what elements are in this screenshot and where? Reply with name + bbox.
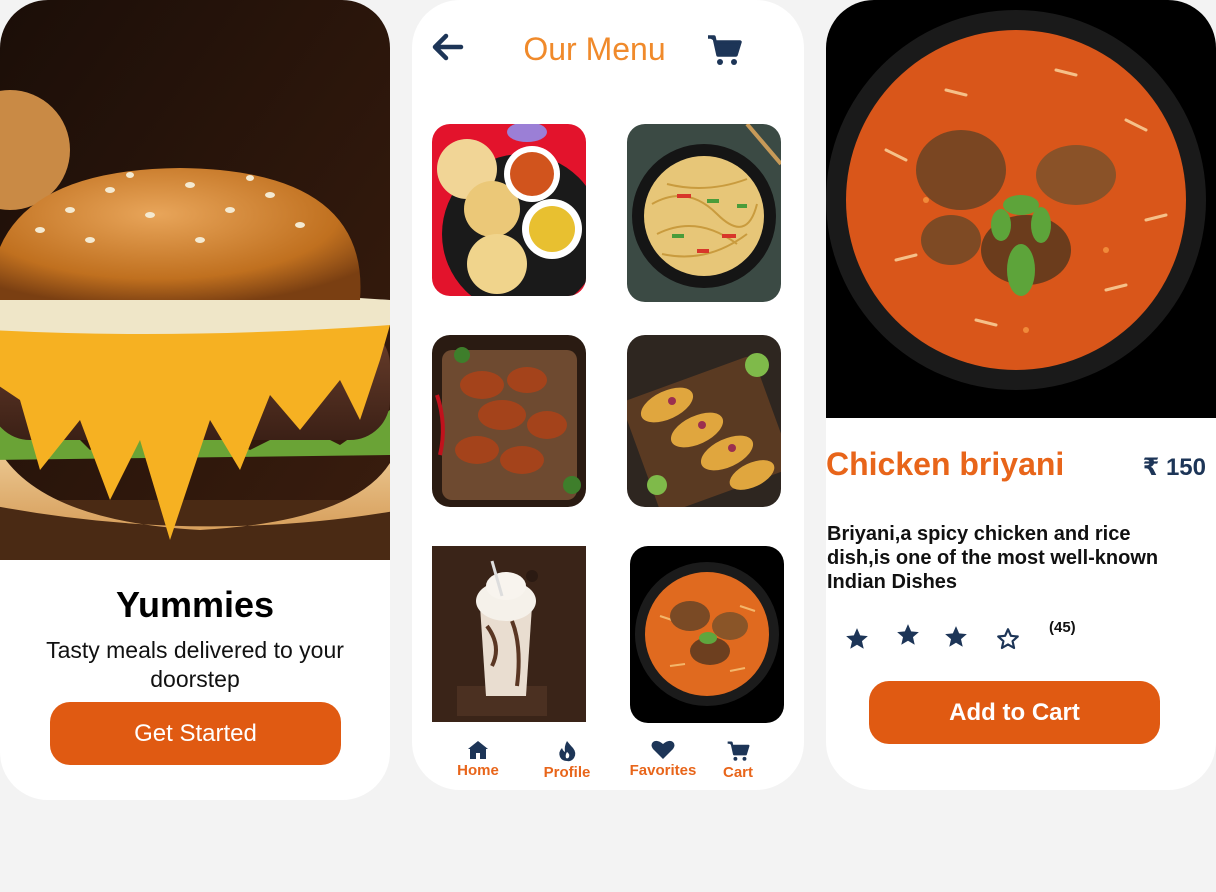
flame-icon [559,741,576,762]
menu-screen: Our Menu Home Profile Favorites Cart [412,0,804,790]
menu-item-chicken-wings[interactable] [432,335,586,507]
biryani-image [630,546,784,723]
app-tagline: Tasty meals delivered to your doorstep [46,637,344,692]
nav-home-label: Home [457,762,499,779]
nav-cart[interactable]: Cart [693,740,783,781]
noodles-image [627,124,781,302]
get-started-button[interactable]: Get Started [50,702,341,765]
menu-item-tacos[interactable] [627,335,781,507]
star-outline-icon[interactable] [995,626,1021,652]
nav-cart-label: Cart [722,764,753,781]
dish-description: Briyani,a spicy chicken and rice dish,is… [827,523,1159,593]
home-icon [468,741,488,759]
nav-home[interactable]: Home [433,740,523,779]
chicken-wings-image [432,335,586,507]
biryani-hero-image [826,0,1216,418]
dish-name: Chicken briyani [826,446,1065,482]
milkshake-image [432,546,586,722]
star-filled-icon[interactable] [943,624,969,650]
page-title: Our Menu [523,31,666,67]
detail-screen: Chicken briyani ₹ 150 Briyani,a spicy ch… [826,0,1216,790]
app-title: Yummies [115,584,275,625]
cart-icon[interactable] [706,33,742,67]
dish-price: ₹ 150 [1142,454,1206,481]
menu-item-noodles[interactable] [627,124,781,302]
welcome-screen: Yummies Tasty meals delivered to your do… [0,0,390,800]
add-to-cart-button[interactable]: Add to Cart [869,681,1160,744]
burger-hero-image [0,0,390,560]
heart-icon [651,740,675,759]
back-arrow-icon[interactable] [430,32,464,62]
star-filled-icon[interactable] [895,622,921,648]
menu-item-biryani[interactable] [630,546,784,723]
cart-icon [727,741,750,761]
poori-curry-image [432,124,586,296]
tacos-image [627,335,781,507]
nav-profile[interactable]: Profile [522,740,612,781]
star-filled-icon[interactable] [844,626,870,652]
nav-profile-label: Profile [543,764,591,781]
menu-item-poori[interactable] [432,124,586,296]
menu-item-milkshake[interactable] [432,546,586,722]
review-count: (45) [1049,619,1076,636]
